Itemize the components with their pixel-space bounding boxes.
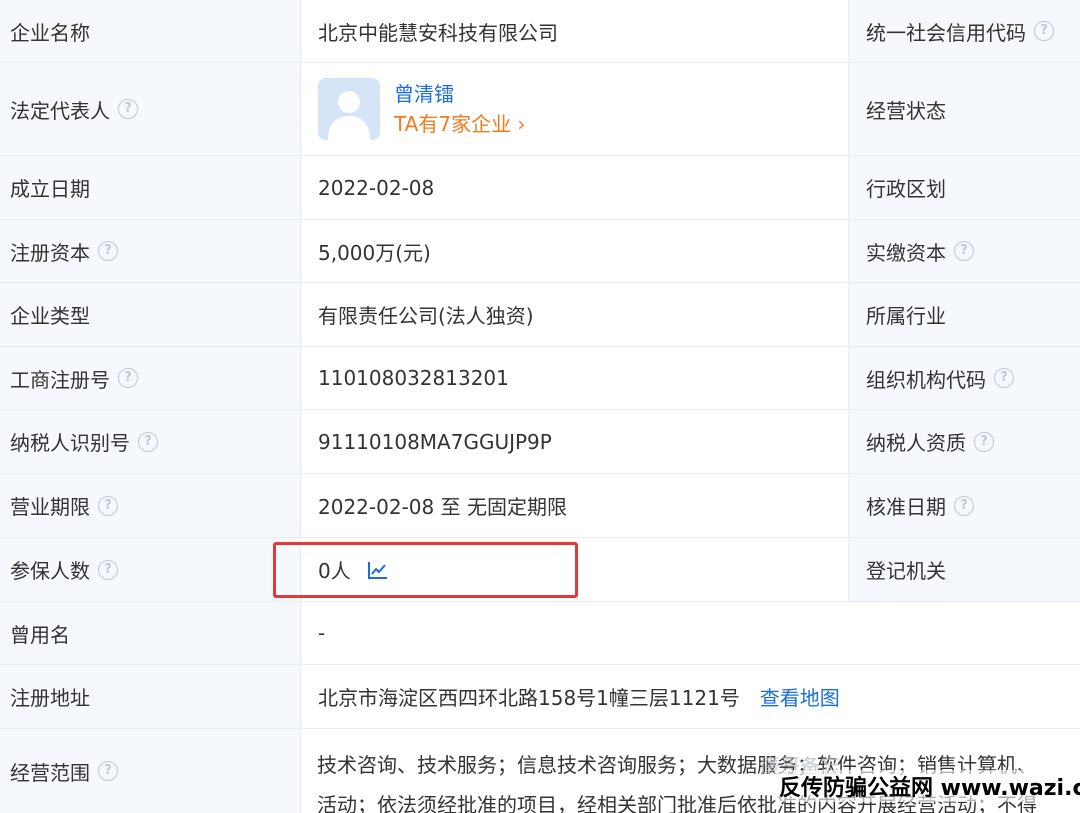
label-company-name: 企业名称 — [0, 0, 301, 62]
label-text: 法定代表人 — [10, 98, 110, 123]
label-text: 经营状态 — [866, 98, 946, 123]
person-companies-link[interactable]: TA有7家企业 › — [394, 109, 525, 139]
value-text: 2022-02-08 — [318, 175, 435, 200]
label-registration-authority: 登记机关 — [848, 538, 1080, 601]
person-block: 曾清镭 TA有7家企业 › — [394, 79, 525, 139]
help-circle-icon[interactable]: ? — [118, 99, 138, 119]
view-map-link[interactable]: 查看地图 — [760, 682, 840, 711]
label-text: 企业类型 — [10, 304, 90, 328]
value-text: 110108032813201 — [318, 366, 509, 390]
person-name-link[interactable]: 曾清镭 — [394, 79, 525, 109]
value-founded-date: 2022-02-08 — [301, 156, 848, 219]
label-text: 登记机关 — [866, 559, 946, 583]
avatar-person-icon[interactable] — [318, 78, 380, 140]
help-circle-icon[interactable]: ? — [98, 761, 118, 781]
row-insured-count: 参保人数? 0人 登记机关 — [0, 538, 1080, 602]
value-former-name: - — [301, 602, 1080, 664]
value-company-type: 有限责任公司(法人独资) — [301, 283, 848, 346]
value-business-term: 2022-02-08 至 无固定期限 — [301, 474, 848, 537]
label-former-name: 曾用名 — [0, 602, 301, 664]
label-text: 所属行业 — [866, 304, 946, 328]
row-registered-address: 注册地址 北京市海淀区西四环北路158号1幢三层1121号 查看地图 — [0, 665, 1080, 729]
label-business-scope: 经营范围? — [0, 729, 301, 813]
value-text: 91110108MA7GGUJP9P — [318, 429, 552, 454]
label-text: 成立日期 — [10, 177, 90, 201]
help-circle-icon[interactable]: ? — [994, 368, 1014, 388]
row-business-term: 营业期限? 2022-02-08 至 无固定期限 核准日期? — [0, 474, 1080, 538]
value-text: 有限责任公司(法人独资) — [318, 304, 534, 328]
label-insured-count: 参保人数? — [0, 538, 301, 601]
row-company-type: 企业类型 有限责任公司(法人独资) 所属行业 — [0, 283, 1080, 347]
help-circle-icon[interactable]: ? — [974, 431, 994, 452]
label-text: 纳税人识别号 — [10, 431, 130, 455]
label-text: 注册地址 — [10, 686, 90, 710]
label-operating-status: 经营状态 — [848, 63, 1080, 155]
label-admin-region: 行政区划 — [848, 156, 1080, 219]
value-text: 2022-02-08 至 无固定期限 — [318, 495, 567, 519]
value-text: - — [318, 621, 326, 645]
label-text: 工商注册号 — [10, 367, 110, 392]
label-text: 注册资本 — [10, 240, 90, 265]
label-text: 企业名称 — [10, 20, 90, 45]
label-registered-address: 注册地址 — [0, 665, 301, 728]
label-text: 行政区划 — [866, 177, 946, 201]
row-registered-capital: 注册资本? 5,000万(元) 实缴资本? — [0, 220, 1080, 283]
label-legal-rep: 法定代表人? — [0, 63, 301, 155]
help-circle-icon[interactable]: ? — [1034, 21, 1054, 41]
value-legal-rep: 曾清镭 TA有7家企业 › — [301, 63, 848, 155]
value-registered-capital: 5,000万(元) — [301, 220, 848, 282]
label-org-code: 组织机构代码? — [848, 347, 1080, 409]
label-company-type: 企业类型 — [0, 283, 301, 346]
value-taxpayer-id: 91110108MA7GGUJP9P — [301, 410, 848, 473]
label-text: 营业期限 — [10, 495, 90, 519]
help-circle-icon[interactable]: ? — [98, 495, 118, 516]
label-text: 曾用名 — [10, 622, 70, 647]
label-text: 纳税人资质 — [866, 431, 966, 455]
label-registered-capital: 注册资本? — [0, 220, 301, 282]
help-circle-icon[interactable]: ? — [954, 495, 974, 516]
value-text: 北京中能慧安科技有限公司 — [318, 20, 558, 45]
label-taxpayer-qual: 纳税人资质? — [848, 410, 1080, 473]
label-text: 实缴资本 — [866, 240, 946, 265]
value-text: 0人 — [318, 559, 351, 583]
value-business-reg-no: 110108032813201 — [301, 347, 848, 409]
help-circle-icon[interactable]: ? — [138, 431, 158, 452]
label-paid-capital: 实缴资本? — [848, 220, 1080, 282]
company-info-table: 企业名称 北京中能慧安科技有限公司 统一社会信用代码? 法定代表人? 曾清镭 T… — [0, 0, 1080, 813]
help-circle-icon[interactable]: ? — [98, 241, 118, 261]
help-circle-icon[interactable]: ? — [98, 559, 118, 580]
trend-chart-icon[interactable] — [367, 560, 389, 580]
value-text: 5,000万(元) — [318, 240, 431, 265]
label-business-term: 营业期限? — [0, 474, 301, 537]
row-company-name: 企业名称 北京中能慧安科技有限公司 统一社会信用代码? — [0, 0, 1080, 63]
value-insured-count: 0人 — [301, 538, 848, 601]
label-taxpayer-id: 纳税人识别号? — [0, 410, 301, 473]
row-legal-rep: 法定代表人? 曾清镭 TA有7家企业 › 经营状态 — [0, 63, 1080, 156]
help-circle-icon[interactable]: ? — [954, 241, 974, 261]
help-circle-icon[interactable]: ? — [118, 368, 138, 388]
label-text: 经营范围 — [10, 760, 90, 785]
row-business-reg-no: 工商注册号? 110108032813201 组织机构代码? — [0, 347, 1080, 410]
label-text: 统一社会信用代码 — [866, 20, 1026, 45]
label-text: 核准日期 — [866, 495, 946, 519]
value-registered-address: 北京市海淀区西四环北路158号1幢三层1121号 查看地图 — [301, 665, 1080, 728]
value-company-name: 北京中能慧安科技有限公司 — [301, 0, 848, 62]
value-text: 北京市海淀区西四环北路158号1幢三层1121号 — [318, 686, 740, 710]
label-text: 参保人数 — [10, 559, 90, 583]
label-founded-date: 成立日期 — [0, 156, 301, 219]
row-former-name: 曾用名 - — [0, 602, 1080, 665]
row-taxpayer-id: 纳税人识别号? 91110108MA7GGUJP9P 纳税人资质? — [0, 410, 1080, 474]
label-credit-code: 统一社会信用代码? — [848, 0, 1080, 62]
label-business-reg-no: 工商注册号? — [0, 347, 301, 409]
label-industry: 所属行业 — [848, 283, 1080, 346]
label-text: 组织机构代码 — [866, 367, 986, 392]
overlay-brand: 反传防骗公益网 www.wazi.cc — [775, 770, 1080, 802]
row-founded-date: 成立日期 2022-02-08 行政区划 — [0, 156, 1080, 220]
label-approval-date: 核准日期? — [848, 474, 1080, 537]
